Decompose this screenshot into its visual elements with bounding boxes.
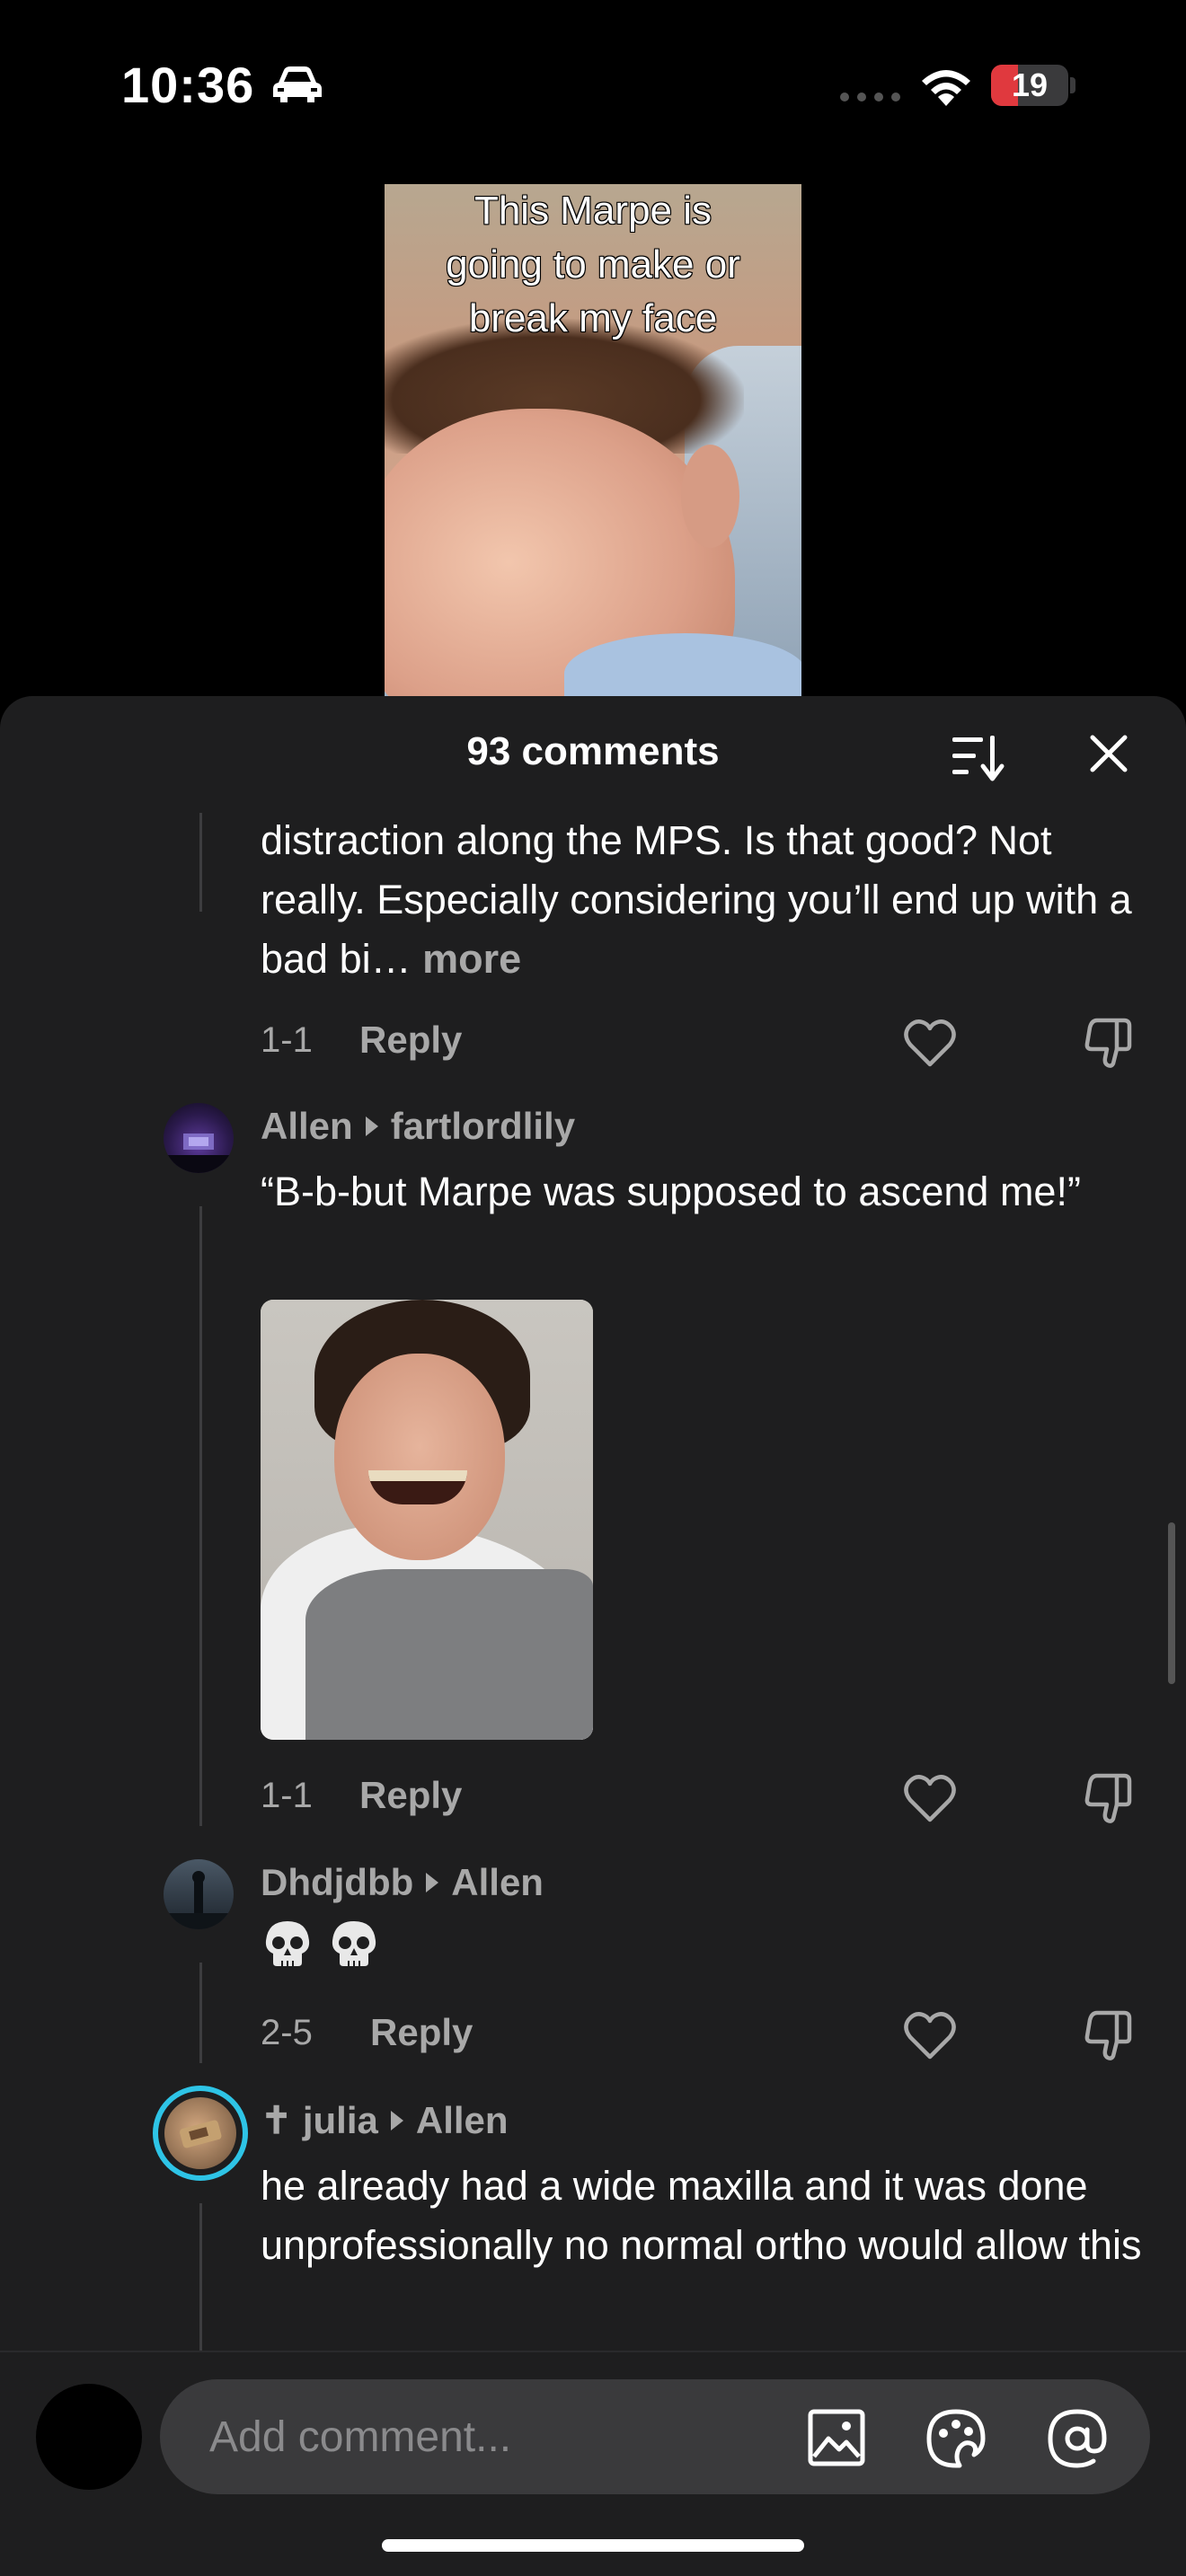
at-icon[interactable] bbox=[1045, 2406, 1110, 2471]
comment-author[interactable]: ✝ julia Allen bbox=[261, 2098, 509, 2142]
dislike-icon[interactable] bbox=[1081, 1770, 1135, 1824]
battery-icon: 19 bbox=[991, 65, 1075, 106]
skull-icon bbox=[332, 1921, 376, 1966]
battery-level-text: 19 bbox=[1011, 66, 1049, 103]
thread-line bbox=[199, 813, 202, 912]
comment-date: 1-1 bbox=[261, 1020, 313, 1060]
sort-icon[interactable] bbox=[951, 732, 1006, 782]
comment-input-container[interactable] bbox=[160, 2379, 1150, 2494]
avatar-image bbox=[180, 2120, 222, 2148]
avatar[interactable] bbox=[164, 2097, 236, 2169]
comment-date: 2-5 bbox=[261, 2013, 313, 2052]
comment-text: he already had a wide maxilla and it was… bbox=[261, 2163, 1142, 2268]
reply-button[interactable]: Reply bbox=[359, 1019, 462, 1062]
reply-arrow-icon bbox=[426, 1873, 439, 1892]
avatar[interactable] bbox=[164, 1103, 234, 1173]
image-icon[interactable] bbox=[807, 2408, 866, 2467]
comment-author[interactable]: Dhdjdbb Allen bbox=[261, 1861, 544, 1904]
status-time: 10:36 bbox=[121, 57, 255, 113]
video-ear bbox=[681, 445, 739, 548]
cellular-dots-icon bbox=[840, 93, 900, 101]
scroll-indicator[interactable] bbox=[1168, 1522, 1175, 1684]
video-preview[interactable]: This Marpe is going to make or break my … bbox=[385, 184, 801, 696]
thread-line bbox=[199, 1206, 202, 1826]
status-bar: 10:36 19 bbox=[0, 0, 1186, 171]
caption-line: going to make or bbox=[445, 242, 741, 287]
reply-arrow-icon bbox=[390, 2110, 403, 2130]
comments-sheet: 93 comments distraction along the MPS. I… bbox=[0, 696, 1186, 2576]
comment-author[interactable]: Allen fartlordlily bbox=[261, 1105, 575, 1148]
heart-icon[interactable] bbox=[903, 2010, 957, 2060]
heart-icon[interactable] bbox=[903, 1018, 957, 1068]
reply-arrow-icon bbox=[365, 1116, 378, 1136]
avatar-image bbox=[164, 1134, 234, 1173]
dislike-icon[interactable] bbox=[1081, 2007, 1135, 2061]
my-avatar[interactable] bbox=[36, 2384, 142, 2490]
comment-text: distraction along the MPS. Is that good?… bbox=[261, 817, 1132, 982]
comment-date: 1-1 bbox=[261, 1776, 313, 1815]
sticker-icon[interactable] bbox=[924, 2406, 988, 2471]
home-indicator[interactable] bbox=[382, 2539, 804, 2552]
avatar-image bbox=[164, 1871, 234, 1929]
dislike-icon[interactable] bbox=[1081, 1015, 1135, 1069]
heart-icon[interactable] bbox=[903, 1773, 957, 1823]
more-link[interactable]: more bbox=[422, 936, 521, 982]
close-icon[interactable] bbox=[1087, 732, 1130, 775]
car-icon bbox=[273, 66, 322, 102]
video-caption: This Marpe is going to make or break my … bbox=[385, 184, 801, 346]
avatar[interactable] bbox=[164, 1859, 234, 1929]
comment-composer bbox=[0, 2351, 1186, 2576]
comment-image[interactable] bbox=[261, 1300, 593, 1740]
caption-line: break my face bbox=[468, 296, 718, 341]
thread-line bbox=[199, 1963, 202, 2063]
comment-input[interactable] bbox=[209, 2379, 838, 2494]
caption-line: This Marpe is bbox=[474, 188, 712, 234]
wifi-icon bbox=[922, 70, 970, 106]
comments-count-title: 93 comments bbox=[466, 729, 720, 773]
comment-text: “B-b-but Marpe was supposed to ascend me… bbox=[261, 1169, 1081, 1214]
reply-button[interactable]: Reply bbox=[359, 1774, 462, 1817]
reply-button[interactable]: Reply bbox=[370, 2011, 473, 2054]
skull-icon bbox=[265, 1921, 310, 1966]
comment-emoji bbox=[261, 1918, 381, 1972]
